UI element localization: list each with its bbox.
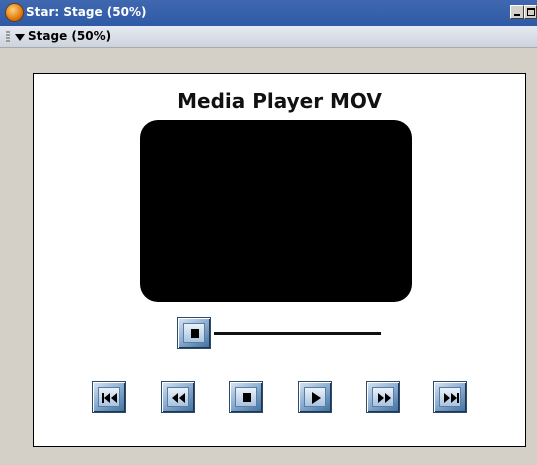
panel-header[interactable]: Stage (50%) [0, 26, 537, 48]
scrub-track[interactable] [214, 332, 381, 335]
stop-button[interactable] [229, 381, 263, 413]
skip-to-end-button[interactable] [433, 381, 467, 413]
window-titlebar[interactable]: Star: Stage (50%) [0, 0, 537, 26]
fast-forward-icon [378, 393, 391, 403]
skip-to-start-icon [102, 393, 117, 403]
panel-title: Stage (50%) [28, 29, 112, 43]
play-button[interactable] [298, 381, 332, 413]
stage-title: Media Player MOV [177, 89, 382, 113]
window-title: Star: Stage (50%) [26, 5, 147, 19]
director-app-icon [6, 4, 23, 21]
skip-to-start-button[interactable] [92, 381, 126, 413]
rewind-button[interactable] [161, 381, 195, 413]
minimize-button[interactable] [510, 5, 524, 19]
skip-to-end-icon [444, 393, 459, 403]
video-display [140, 120, 412, 302]
stop-icon [243, 393, 251, 402]
scrub-thumb[interactable] [177, 317, 211, 349]
stage-canvas: Media Player MOV [33, 73, 526, 447]
stop-icon [191, 329, 199, 338]
rewind-icon [172, 393, 185, 403]
triangle-down-icon[interactable] [15, 34, 25, 41]
maximize-button[interactable] [524, 5, 537, 19]
play-icon [312, 392, 321, 404]
drag-grip-icon[interactable] [6, 31, 10, 43]
fast-forward-button[interactable] [366, 381, 400, 413]
